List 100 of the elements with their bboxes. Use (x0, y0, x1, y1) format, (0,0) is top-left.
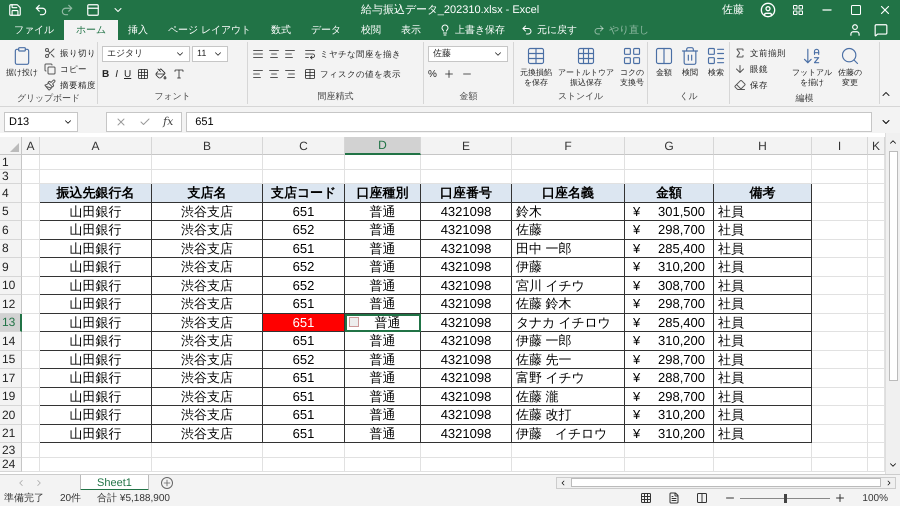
grid-cell[interactable] (714, 458, 812, 472)
column-header[interactable]: D (345, 137, 421, 155)
grid-cell[interactable] (812, 221, 868, 240)
row-header[interactable]: 6 (0, 221, 22, 240)
grid-cell[interactable] (22, 424, 40, 443)
ribbon-large-button[interactable]: 佐藤の 変更 (836, 46, 864, 88)
grid-cell[interactable] (812, 314, 868, 332)
grid-cell[interactable] (421, 443, 512, 458)
row-header[interactable]: 19 (0, 388, 22, 406)
grid-cell[interactable] (421, 155, 512, 170)
grid-cell[interactable] (812, 240, 868, 258)
grid-cell[interactable] (22, 369, 40, 388)
format-button[interactable]: B (102, 66, 110, 82)
format-button[interactable]: U (124, 66, 132, 82)
page-layout-view-icon[interactable] (668, 492, 680, 504)
grid-cell[interactable] (625, 155, 714, 170)
grid-cell[interactable] (22, 221, 40, 240)
grid-cell[interactable] (22, 443, 40, 458)
smart-tag-icon[interactable] (349, 317, 359, 328)
grid-cell[interactable] (812, 295, 868, 314)
ribbon-tab[interactable]: 表示 (390, 20, 431, 40)
save-icon[interactable] (8, 3, 22, 17)
ribbon-tab[interactable]: ホーム (64, 20, 118, 40)
maximize-icon[interactable] (850, 4, 862, 16)
grid-cell[interactable] (22, 314, 40, 332)
formula-input[interactable]: 651 (186, 112, 872, 132)
ribbon-tab[interactable]: 挿入 (118, 20, 158, 40)
ribbon-small-button[interactable]: フィスクの値を表示 (304, 66, 401, 82)
column-header[interactable]: A (40, 137, 152, 155)
ribbon-tab[interactable]: ファイル (4, 20, 64, 40)
row-header[interactable]: 21 (0, 424, 22, 443)
grid-cell[interactable] (22, 295, 40, 314)
row-header[interactable]: 9 (0, 258, 22, 276)
add-sheet-icon[interactable] (160, 476, 173, 488)
row-header[interactable]: 8 (0, 240, 22, 258)
grid-cell[interactable] (263, 155, 345, 170)
grid-cell[interactable] (812, 369, 868, 388)
page-break-view-icon[interactable] (696, 492, 708, 504)
grid-cell[interactable] (152, 155, 263, 170)
ribbon-small-button[interactable]: 保存 (734, 78, 786, 92)
zoom-in-icon[interactable] (834, 492, 846, 504)
ribbon-small-button[interactable]: 振り切り (44, 46, 96, 60)
zoom-slider-thumb[interactable] (784, 494, 788, 502)
row-header[interactable]: 20 (0, 406, 22, 424)
grid-cell[interactable] (812, 388, 868, 406)
grid-cell[interactable] (625, 458, 714, 472)
ribbon-display-icon[interactable] (792, 4, 804, 16)
grid-cell[interactable] (812, 155, 868, 170)
share-icon[interactable] (848, 23, 862, 37)
normal-view-icon[interactable] (640, 492, 652, 504)
vertical-scrollbar[interactable] (885, 133, 900, 474)
grid-cell[interactable] (812, 406, 868, 424)
grid-cell[interactable] (22, 258, 40, 276)
row-header[interactable]: 4 (0, 184, 22, 202)
row-header[interactable]: 12 (0, 295, 22, 314)
cancel-icon[interactable] (115, 116, 127, 128)
select-all-icon[interactable] (10, 143, 19, 152)
ribbon-large-button[interactable]: 元換損餡 を保存 (518, 46, 554, 88)
grid-cell[interactable] (812, 276, 868, 295)
scroll-right-icon[interactable] (885, 478, 893, 486)
ribbon-large-button[interactable]: 据け投け (4, 46, 40, 78)
ribbon-dropdown[interactable]: 11 (192, 46, 228, 62)
ribbon-tab[interactable]: ページ レイアウト (158, 20, 261, 40)
ribbon-large-button[interactable]: 金額 (652, 46, 676, 78)
row-header[interactable]: 10 (0, 276, 22, 295)
grid-cell[interactable] (512, 458, 625, 472)
column-header[interactable]: H (714, 137, 812, 155)
grid-cell[interactable] (812, 332, 868, 350)
grid-cell[interactable] (22, 276, 40, 295)
row-header[interactable]: 23 (0, 443, 22, 458)
column-header[interactable]: B (152, 137, 263, 155)
row-header[interactable]: 14 (0, 332, 22, 350)
grid-cell[interactable] (22, 332, 40, 350)
row-header[interactable]: 24 (0, 458, 22, 472)
row-header[interactable]: 1 (0, 155, 22, 170)
enter-icon[interactable] (139, 116, 151, 128)
grid-cell[interactable] (812, 184, 868, 202)
ribbon-large-button[interactable]: アートルトウア 振込保存 (556, 46, 616, 88)
grid-cell[interactable] (22, 458, 40, 472)
ribbon-dropdown[interactable]: エジタリ (102, 46, 190, 62)
ribbon-tab[interactable]: 数式 (260, 20, 301, 40)
row-header[interactable]: 5 (0, 202, 22, 221)
scroll-left-icon[interactable] (559, 478, 567, 486)
grid-cell[interactable] (22, 240, 40, 258)
avatar-icon[interactable] (760, 2, 776, 18)
row-header[interactable]: 15 (0, 350, 22, 369)
quick-command[interactable]: 元に戻す (512, 20, 585, 40)
grid-cell[interactable] (421, 458, 512, 472)
grid-cell[interactable] (345, 458, 421, 472)
ribbon-tab[interactable]: データ (300, 20, 351, 40)
ribbon-large-button[interactable]: 検閲 (678, 46, 702, 78)
grid-cell[interactable] (812, 350, 868, 369)
grid-cell[interactable] (345, 443, 421, 458)
grid-cell[interactable] (22, 155, 40, 170)
grid-cell[interactable] (263, 458, 345, 472)
grid-cell[interactable] (812, 424, 868, 443)
undo-icon[interactable] (34, 3, 48, 17)
touch-mode-icon[interactable] (86, 3, 100, 17)
ribbon-large-button[interactable]: フットアル を揃け (790, 46, 834, 88)
grid-cell[interactable] (22, 406, 40, 424)
